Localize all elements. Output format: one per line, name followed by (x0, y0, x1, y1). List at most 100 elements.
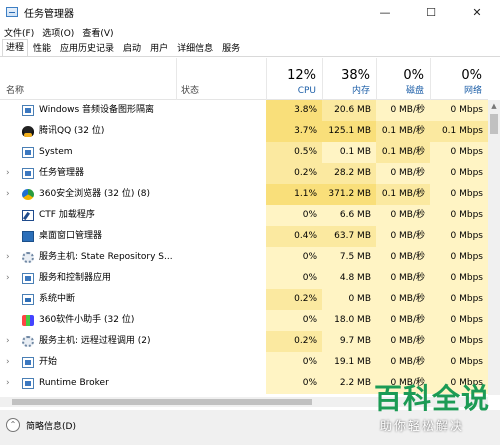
process-cpu-value: 0.5% (266, 142, 322, 163)
process-cpu-value: 0% (266, 247, 322, 268)
process-name-cell: › 任务管理器 (0, 163, 176, 184)
tab-app-history[interactable]: 应用历史记录 (56, 41, 118, 56)
process-row[interactable]: › 360安全浏览器 (32 位) (8) 1.1% 371.2 MB 0.1 MB/秒… (0, 184, 488, 205)
tab-processes[interactable]: 进程 (2, 39, 29, 56)
process-net-value: 0.1 Mbps (430, 121, 488, 142)
menu-options[interactable]: 选项(O) (38, 26, 78, 39)
process-row[interactable]: Windows 音频设备图形隔离 3.8% 20.6 MB 0 MB/秒 0 Mbps (0, 100, 488, 121)
process-row[interactable]: System 0.5% 0.1 MB 0.1 MB/秒 0 Mbps (0, 142, 488, 163)
process-cpu-value: 0% (266, 352, 322, 373)
process-net-value: 0 Mbps (430, 205, 488, 226)
header-cpu-label: CPU (297, 86, 316, 96)
process-cpu-value: 0% (266, 268, 322, 289)
process-net-value: 0 Mbps (430, 268, 488, 289)
process-name-cell: CTF 加载程序 (0, 205, 176, 226)
process-status (176, 352, 266, 373)
menu-file[interactable]: 文件(F) (0, 26, 38, 39)
process-disk-value: 0.1 MB/秒 (376, 121, 430, 142)
tab-users[interactable]: 用户 (146, 41, 172, 56)
expand-chevron-icon[interactable]: › (6, 184, 14, 205)
header-network-pct: 0% (461, 68, 482, 83)
process-list: Windows 音频设备图形隔离 3.8% 20.6 MB 0 MB/秒 0 Mbps 腾… (0, 100, 488, 394)
desktop-window-icon (22, 231, 34, 242)
process-net-value: 0 Mbps (430, 247, 488, 268)
app-window-icon (22, 357, 34, 368)
process-name: 腾讯QQ (32 位) (39, 126, 105, 136)
vertical-scrollbar[interactable]: ▲ (488, 100, 500, 395)
process-name: Runtime Broker (39, 378, 109, 388)
process-status (176, 163, 266, 184)
tab-performance[interactable]: 性能 (29, 41, 55, 56)
expand-chevron-icon[interactable]: › (6, 247, 14, 268)
expand-chevron-icon[interactable]: › (6, 331, 14, 352)
process-disk-value: 0 MB/秒 (376, 100, 430, 121)
process-name-cell: 系统中断 (0, 289, 176, 310)
process-status (176, 247, 266, 268)
header-memory[interactable]: 38% 内存 (322, 58, 376, 100)
process-row[interactable]: › 服务主机: 远程过程调用 (2) 0.2% 9.7 MB 0 MB/秒 0 Mbps (0, 331, 488, 352)
process-disk-value: 0.1 MB/秒 (376, 142, 430, 163)
process-disk-value: 0 MB/秒 (376, 352, 430, 373)
process-status (176, 289, 266, 310)
expand-chevron-icon[interactable]: › (6, 163, 14, 184)
header-cpu-pct: 12% (287, 68, 316, 83)
process-cpu-value: 3.7% (266, 121, 322, 142)
process-row[interactable]: 系统中断 0.2% 0 MB 0 MB/秒 0 Mbps (0, 289, 488, 310)
process-name: 服务和控制器应用 (39, 273, 112, 283)
process-name: Windows 音频设备图形隔离 (39, 105, 155, 115)
tab-details[interactable]: 详细信息 (173, 41, 217, 56)
minimize-button[interactable]: — (362, 0, 408, 24)
process-status (176, 142, 266, 163)
process-row[interactable]: CTF 加载程序 0% 6.6 MB 0 MB/秒 0 Mbps (0, 205, 488, 226)
process-row[interactable]: 360软件小助手 (32 位) 0% 18.0 MB 0 MB/秒 0 Mbps (0, 310, 488, 331)
tab-startup[interactable]: 启动 (119, 41, 145, 56)
chevron-up-icon[interactable]: ⌃ (6, 418, 20, 432)
scroll-thumb[interactable] (490, 114, 498, 134)
window-controls: — ☐ ✕ (362, 0, 500, 24)
process-net-value: 0 Mbps (430, 142, 488, 163)
task-manager-icon (22, 168, 34, 179)
process-cpu-value: 0% (266, 373, 322, 394)
expand-chevron-icon[interactable]: › (6, 268, 14, 289)
maximize-button[interactable]: ☐ (408, 0, 454, 24)
scroll-up-icon[interactable]: ▲ (488, 100, 500, 112)
menu-view[interactable]: 查看(V) (78, 26, 117, 39)
process-row[interactable]: › 任务管理器 0.2% 28.2 MB 0 MB/秒 0 Mbps (0, 163, 488, 184)
process-disk-value: 0 MB/秒 (376, 331, 430, 352)
process-disk-value: 0 MB/秒 (376, 310, 430, 331)
process-cpu-value: 3.8% (266, 100, 322, 121)
tab-services[interactable]: 服务 (218, 41, 244, 56)
process-name-cell: Windows 音频设备图形隔离 (0, 100, 176, 121)
process-row[interactable]: 腾讯QQ (32 位) 3.7% 125.1 MB 0.1 MB/秒 0.1 Mbps (0, 121, 488, 142)
process-name-cell: › 服务主机: State Repository S... (0, 247, 176, 268)
app-window-icon (22, 273, 34, 284)
tab-bar: 进程 性能 应用历史记录 启动 用户 详细信息 服务 (0, 39, 500, 57)
header-disk-label: 磁盘 (405, 86, 424, 96)
header-memory-label: 内存 (351, 86, 370, 96)
process-status (176, 100, 266, 121)
process-disk-value: 0.1 MB/秒 (376, 184, 430, 205)
expand-chevron-icon[interactable]: › (6, 373, 14, 394)
header-network[interactable]: 0% 网络 (430, 58, 488, 100)
process-disk-value: 0 MB/秒 (376, 268, 430, 289)
process-row[interactable]: › 开始 0% 19.1 MB 0 MB/秒 0 Mbps (0, 352, 488, 373)
header-status[interactable]: 状态 (176, 58, 266, 100)
horizontal-scroll-thumb[interactable] (12, 399, 312, 405)
expand-chevron-icon[interactable]: › (6, 352, 14, 373)
close-button[interactable]: ✕ (454, 0, 500, 24)
process-status (176, 268, 266, 289)
process-net-value: 0 Mbps (430, 100, 488, 121)
process-mem-value: 0 MB (322, 289, 376, 310)
fewer-details-link[interactable]: 简略信息(D) (26, 419, 76, 432)
process-name: 服务主机: 远程过程调用 (2) (39, 336, 151, 346)
process-row[interactable]: 桌面窗口管理器 0.4% 63.7 MB 0 MB/秒 0 Mbps (0, 226, 488, 247)
process-status (176, 184, 266, 205)
header-cpu[interactable]: 12% CPU (266, 58, 322, 100)
header-network-label: 网络 (463, 86, 482, 96)
header-disk[interactable]: 0% 磁盘 (376, 58, 430, 100)
process-status (176, 373, 266, 394)
process-row[interactable]: › 服务和控制器应用 0% 4.8 MB 0 MB/秒 0 Mbps (0, 268, 488, 289)
process-row[interactable]: › 服务主机: State Repository S... 0% 7.5 MB 0 MB… (0, 247, 488, 268)
header-name[interactable]: 名称 (0, 58, 176, 100)
watermark: 百科全说 助你轻松解决 (374, 382, 492, 440)
